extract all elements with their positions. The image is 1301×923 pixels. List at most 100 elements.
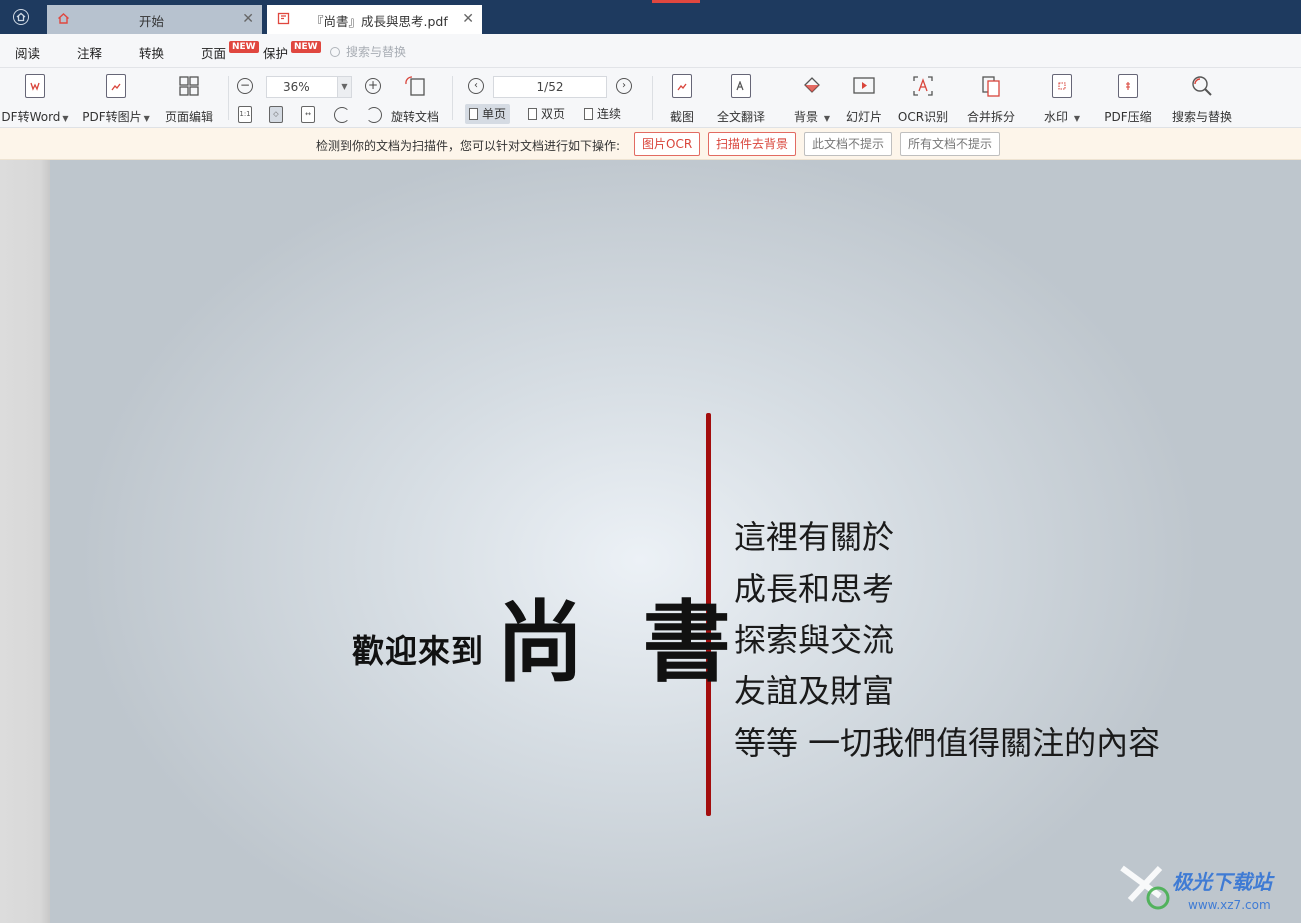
tab-start-label: 开始: [139, 14, 165, 29]
menu-page[interactable]: 页面: [201, 43, 226, 62]
content-line-1: 這裡有關於: [734, 518, 895, 556]
ocr-label: OCR识别: [897, 110, 949, 124]
watermark-button[interactable]: 水印 ▼: [1036, 68, 1088, 128]
single-page-button[interactable]: 单页: [465, 104, 511, 124]
chevron-down-icon: ▼: [62, 114, 69, 123]
document-view[interactable]: 歡迎來到 尚 書 這裡有關於 成長和思考 探索與交流 友誼及財富 等等 一切我們…: [0, 160, 1301, 923]
tab-document[interactable]: 『尚書』成長與思考.pdf ✕: [267, 5, 482, 34]
rotate-right-icon[interactable]: [366, 107, 382, 123]
content-line-5: 等等 一切我們值得關注的內容: [734, 724, 1161, 762]
watermark-label: 水印: [1044, 110, 1069, 124]
welcome-text: 歡迎來到: [352, 632, 485, 670]
compress-label: PDF压缩: [1104, 110, 1152, 124]
menu-annotate[interactable]: 注释: [77, 43, 102, 62]
translate-label: 全文翻译: [716, 110, 765, 124]
screenshot-button[interactable]: 截图: [660, 68, 704, 128]
zoom-out-icon[interactable]: −: [237, 78, 253, 94]
continuous-label: 连续: [597, 107, 622, 121]
rotate-left-icon[interactable]: [334, 107, 350, 123]
tab-start[interactable]: 开始 ✕: [47, 5, 262, 34]
rotate-document-button[interactable]: 旋转文档: [388, 68, 442, 128]
slideshow-label: 幻灯片: [845, 110, 882, 124]
document-title: 尚 書: [496, 591, 745, 694]
home-icon[interactable]: [13, 9, 29, 25]
screenshot-label: 截图: [669, 110, 694, 124]
page-edit-button[interactable]: 页面编辑: [160, 68, 218, 128]
pdf-page: 歡迎來到 尚 書 這裡有關於 成長和思考 探索與交流 友誼及財富 等等 一切我們…: [50, 160, 1301, 923]
compress-icon: [1116, 74, 1140, 100]
toolbar-divider: [652, 76, 653, 120]
zoom-select[interactable]: 36% ▼: [266, 76, 352, 98]
next-page-icon[interactable]: ›: [616, 78, 632, 94]
pdf-file-icon: [277, 12, 290, 25]
prev-page-icon[interactable]: ‹: [468, 78, 484, 94]
continuous-button[interactable]: 连续: [580, 104, 625, 124]
ocr-button[interactable]: OCR识别: [894, 68, 952, 128]
pdf-to-word-label: DF转Word: [1, 110, 61, 124]
menu-search[interactable]: 搜索与替换: [330, 43, 406, 60]
rotate-document-label: 旋转文档: [390, 110, 439, 124]
merge-split-button[interactable]: 合并拆分: [962, 68, 1020, 128]
double-page-button[interactable]: 双页: [524, 104, 569, 124]
close-icon[interactable]: ✕: [242, 11, 254, 27]
toolbar: DF转Word ▼ PDF转图片 ▼ 页面编辑 − 36% ▼ + 1:1 ◇ ↔ …: [0, 68, 1301, 128]
close-icon[interactable]: ✕: [462, 11, 474, 27]
fit-width-icon[interactable]: ↔: [301, 106, 315, 123]
single-page-icon: [469, 108, 478, 120]
slideshow-button[interactable]: 幻灯片: [842, 68, 886, 128]
background-button[interactable]: 背景 ▼: [784, 68, 840, 128]
merge-split-icon: [979, 74, 1003, 100]
page-number-input[interactable]: 1/52: [493, 76, 607, 98]
image-ocr-button[interactable]: 图片OCR: [634, 132, 701, 156]
translate-button[interactable]: 全文翻译: [712, 68, 770, 128]
dont-prompt-doc-button[interactable]: 此文档不提示: [804, 132, 893, 156]
scan-notice-text: 检测到你的文档为扫描件，您可以针对文档进行如下操作:: [316, 139, 621, 153]
screenshot-icon: [670, 74, 694, 100]
search-icon: [1190, 74, 1214, 100]
slideshow-icon: [852, 74, 876, 100]
double-page-icon: [528, 108, 537, 120]
menu-protect[interactable]: 保护: [263, 43, 288, 62]
search-icon: [330, 47, 340, 57]
pdf-to-word-button[interactable]: DF转Word ▼: [0, 68, 70, 128]
fit-page-icon[interactable]: ◇: [269, 106, 283, 123]
menu-bar: 阅读 注释 转换 页面 NEW 保护 NEW 搜索与替换: [0, 34, 1301, 68]
paint-bucket-icon: [800, 74, 824, 100]
content-line-2: 成長和思考: [734, 570, 895, 608]
title-bar: 开始 ✕ 『尚書』成長與思考.pdf ✕: [0, 0, 1301, 34]
merge-split-label: 合并拆分: [966, 110, 1015, 124]
word-icon: [23, 74, 47, 100]
grid-icon: [177, 74, 201, 100]
chevron-down-icon: ▼: [143, 114, 150, 123]
compress-button[interactable]: PDF压缩: [1100, 68, 1156, 128]
watermark-icon: [1050, 74, 1074, 100]
search-replace-button[interactable]: 搜索与替换: [1168, 68, 1236, 128]
remove-background-button[interactable]: 扫描件去背景: [708, 132, 797, 156]
ocr-icon: [911, 74, 935, 100]
content-line-4: 友誼及財富: [734, 672, 895, 710]
home-tab-icon: [58, 13, 69, 24]
search-placeholder: 搜索与替换: [346, 45, 407, 59]
page-edit-label: 页面编辑: [164, 110, 213, 124]
toolbar-divider: [452, 76, 453, 120]
content-line-3: 探索與交流: [734, 621, 895, 659]
zoom-in-icon[interactable]: +: [365, 78, 381, 94]
translate-icon: [729, 74, 753, 100]
image-icon: [104, 74, 128, 100]
menu-convert[interactable]: 转换: [139, 43, 164, 62]
watermark-title: 极光下载站: [1172, 870, 1272, 894]
watermark-logo-icon: [1120, 865, 1170, 910]
double-page-label: 双页: [541, 107, 566, 121]
chevron-down-icon: ▼: [1073, 114, 1080, 123]
actual-size-icon[interactable]: 1:1: [238, 106, 252, 123]
dont-prompt-all-button[interactable]: 所有文档不提示: [900, 132, 1001, 156]
chevron-down-icon[interactable]: ▼: [337, 77, 351, 97]
new-badge: NEW: [229, 41, 259, 53]
menu-read[interactable]: 阅读: [15, 43, 40, 62]
pdf-to-image-button[interactable]: PDF转图片 ▼: [80, 68, 152, 128]
rotate-doc-icon: [403, 74, 427, 100]
window-accent: [652, 0, 700, 3]
site-watermark: 极光下载站 www.xz7.com: [1120, 860, 1295, 915]
pdf-to-image-label: PDF转图片: [82, 110, 142, 124]
single-page-label: 单页: [482, 107, 507, 121]
